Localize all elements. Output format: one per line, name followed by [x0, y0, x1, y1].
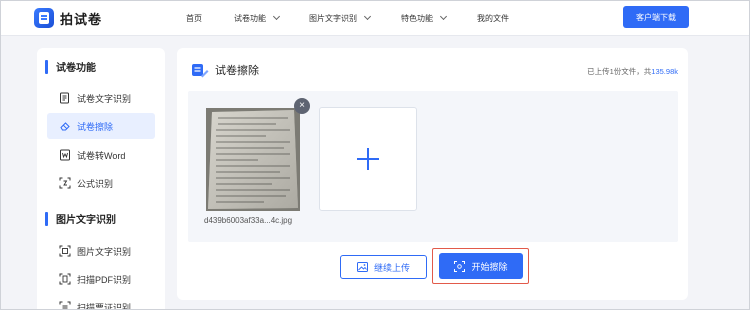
section-accent-bar	[45, 59, 48, 74]
ticket-scan-icon	[59, 301, 71, 310]
sidebar-section-title: 试卷功能	[56, 63, 96, 74]
upload-status: 已上传1份文件，共135.98k	[587, 66, 678, 77]
plus-icon	[357, 148, 379, 170]
chevron-down-icon	[363, 12, 372, 21]
close-icon: ×	[299, 100, 305, 111]
chevron-down-icon	[439, 12, 448, 21]
app-logo[interactable]: 拍试卷	[34, 8, 102, 28]
sidebar-item-image-ocr[interactable]: 图片文字识别	[47, 238, 155, 264]
chevron-down-icon	[272, 12, 281, 21]
add-file-button[interactable]	[319, 107, 417, 211]
sidebar-item-pdf-scan[interactable]: 扫描PDF识别	[47, 266, 155, 292]
sidebar-item-exam-ocr[interactable]: 试卷文字识别	[47, 85, 155, 111]
top-bar: 拍试卷 首页 试卷功能 图片文字识别 特色功能 我的文件 客户端下载	[0, 0, 750, 36]
sidebar-item-label: 图片文字识别	[77, 246, 132, 257]
nav-my-files-label: 我的文件	[477, 13, 509, 23]
sidebar-item-label: 扫描PDF识别	[77, 274, 132, 285]
nav-special-features[interactable]: 特色功能	[401, 0, 448, 36]
scan-icon	[454, 260, 466, 272]
pdf-scan-icon	[59, 273, 71, 285]
sidebar-item-ticket-scan[interactable]: 扫描票证识别	[47, 294, 155, 310]
main-panel: 试卷擦除 已上传1份文件，共135.98k × d439b6003af33a..…	[177, 48, 688, 300]
nav-my-files[interactable]: 我的文件	[477, 0, 509, 36]
client-download-button[interactable]: 客户端下载	[623, 6, 689, 28]
app-title: 拍试卷	[60, 11, 103, 27]
section-accent-bar	[45, 211, 48, 226]
remove-file-button[interactable]: ×	[294, 98, 310, 114]
image-text-icon	[59, 245, 71, 257]
sidebar-item-exam-to-word[interactable]: 试卷转Word	[47, 142, 155, 168]
page-title: 试卷擦除	[191, 62, 259, 78]
uploaded-image-thumbnail[interactable]	[206, 108, 300, 211]
sidebar-section-exam: 试卷功能	[45, 59, 96, 74]
exam-erase-feature-icon	[191, 62, 209, 78]
formula-scan-icon	[59, 177, 71, 189]
start-erase-label: 开始擦除	[471, 261, 508, 272]
eraser-icon	[59, 120, 71, 132]
word-doc-icon	[59, 149, 71, 161]
sidebar-item-label: 扫描票证识别	[77, 302, 132, 310]
sidebar-item-exam-erase[interactable]: 试卷擦除	[47, 113, 155, 139]
nav-home-label: 首页	[186, 13, 202, 23]
sidebar-item-label: 试卷转Word	[77, 150, 126, 161]
sidebar-item-label: 试卷文字识别	[77, 93, 132, 104]
continue-upload-button[interactable]: 继续上传	[340, 255, 427, 279]
sidebar-item-label: 试卷擦除	[77, 121, 114, 132]
doc-text-icon	[59, 92, 71, 104]
continue-upload-label: 继续上传	[373, 262, 410, 273]
nav-special-features-label: 特色功能	[401, 13, 433, 23]
sidebar-section-image-ocr: 图片文字识别	[45, 211, 116, 226]
nav-home[interactable]: 首页	[186, 0, 202, 36]
upload-status-text: 已上传1份文件，共	[587, 67, 652, 76]
page-title-text: 试卷擦除	[215, 65, 259, 77]
sidebar-section-title: 图片文字识别	[56, 215, 116, 226]
uploaded-file-name: d439b6003af33a...4c.jpg	[204, 216, 293, 225]
sidebar: 试卷功能 试卷文字识别 试卷擦除 试卷转Word 公式识别 图片文字识别 图片文…	[37, 48, 165, 310]
nav-image-ocr[interactable]: 图片文字识别	[309, 0, 372, 36]
start-erase-button[interactable]: 开始擦除	[439, 253, 523, 279]
nav-image-ocr-label: 图片文字识别	[309, 13, 357, 23]
nav-exam-features-label: 试卷功能	[234, 13, 266, 23]
logo-icon	[34, 8, 54, 28]
sidebar-item-label: 公式识别	[77, 178, 114, 189]
nav-exam-features[interactable]: 试卷功能	[234, 0, 281, 36]
sidebar-item-formula-ocr[interactable]: 公式识别	[47, 170, 155, 196]
upload-total-size: 135.98k	[651, 67, 678, 76]
image-icon	[356, 262, 368, 272]
